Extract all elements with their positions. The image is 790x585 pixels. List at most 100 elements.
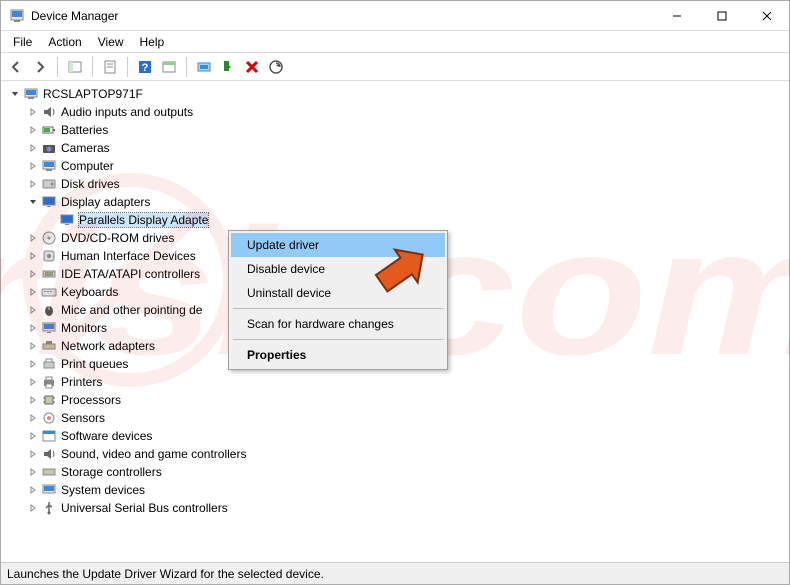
menubar: File Action View Help [1,31,789,53]
device-category-icon [41,266,57,282]
caret-right-icon[interactable] [27,340,39,352]
help-button[interactable]: ? [134,56,156,78]
caret-down-icon[interactable] [27,196,39,208]
tree-item-label: Keyboards [61,285,118,299]
tree-item[interactable]: Audio inputs and outputs [27,103,781,121]
tree-root[interactable]: RCSLAPTOP971F [9,85,781,103]
menu-action[interactable]: Action [40,33,89,51]
update-driver-button[interactable] [193,56,215,78]
tree-item-label: Universal Serial Bus controllers [61,501,228,515]
caret-right-icon[interactable] [27,142,39,154]
caret-right-icon[interactable] [27,466,39,478]
ctx-disable-device[interactable]: Disable device [231,257,445,281]
caret-right-icon[interactable] [27,232,39,244]
ctx-update-driver[interactable]: Update driver [231,233,445,257]
device-category-icon [41,248,57,264]
tree-item[interactable]: Batteries [27,121,781,139]
tree-item-label: Audio inputs and outputs [61,105,193,119]
tree-item[interactable]: Storage controllers [27,463,781,481]
caret-right-icon[interactable] [27,376,39,388]
device-category-icon [41,392,57,408]
caret-right-icon[interactable] [27,430,39,442]
device-category-icon [41,374,57,390]
tree-item[interactable]: Sound, video and game controllers [27,445,781,463]
device-category-icon [41,410,57,426]
tree-item-label: Human Interface Devices [61,249,196,263]
menu-file[interactable]: File [5,33,40,51]
properties-button[interactable] [99,56,121,78]
caret-down-icon[interactable] [9,88,21,100]
tree-item[interactable]: Printers [27,373,781,391]
device-category-icon [41,284,57,300]
device-category-icon [41,446,57,462]
tree-item-label: Printers [61,375,102,389]
device-category-icon [41,230,57,246]
titlebar: Device Manager [1,1,789,31]
device-category-icon [41,122,57,138]
tree-item-label: Cameras [61,141,110,155]
tree-item-label: Parallels Display Adapte [79,213,208,227]
tree-item-label: Disk drives [61,177,120,191]
tree-item-label: Display adapters [61,195,150,209]
back-button[interactable] [5,56,27,78]
app-icon [9,8,25,24]
caret-right-icon[interactable] [27,358,39,370]
device-category-icon [41,500,57,516]
computer-icon [23,86,39,102]
device-category-icon [41,356,57,372]
tree-item-label: Mice and other pointing de [61,303,202,317]
tree-item[interactable]: Display adapters [27,193,781,211]
tree-item[interactable]: Cameras [27,139,781,157]
caret-right-icon[interactable] [27,250,39,262]
display-adapter-icon [59,212,75,228]
show-hide-console-tree-button[interactable] [64,56,86,78]
context-menu: Update driver Disable device Uninstall d… [228,230,448,370]
tree-item[interactable]: System devices [27,481,781,499]
caret-right-icon[interactable] [27,484,39,496]
menu-help[interactable]: Help [132,33,173,51]
tree-item[interactable]: Computer [27,157,781,175]
tree-item[interactable]: Sensors [27,409,781,427]
action-center-button[interactable] [158,56,180,78]
enable-device-button[interactable] [217,56,239,78]
tree-item-label: Monitors [61,321,107,335]
minimize-button[interactable] [654,1,699,30]
tree-item-label: DVD/CD-ROM drives [61,231,174,245]
forward-button[interactable] [29,56,51,78]
tree-item-label: Network adapters [61,339,155,353]
menu-view[interactable]: View [90,33,132,51]
caret-right-icon[interactable] [27,124,39,136]
ctx-uninstall-device[interactable]: Uninstall device [231,281,445,305]
svg-text:?: ? [142,62,149,74]
status-text: Launches the Update Driver Wizard for th… [7,567,324,581]
close-button[interactable] [744,1,789,30]
caret-right-icon[interactable] [27,322,39,334]
ctx-scan-hardware[interactable]: Scan for hardware changes [231,312,445,336]
caret-right-icon[interactable] [27,304,39,316]
tree-item-label: Storage controllers [61,465,162,479]
maximize-button[interactable] [699,1,744,30]
caret-right-icon[interactable] [27,286,39,298]
toolbar: ? [1,53,789,81]
caret-right-icon[interactable] [27,394,39,406]
scan-hardware-button[interactable] [265,56,287,78]
device-category-icon [41,104,57,120]
caret-right-icon[interactable] [27,106,39,118]
device-category-icon [41,158,57,174]
uninstall-device-button[interactable] [241,56,263,78]
tree-item[interactable]: Software devices [27,427,781,445]
window-controls [654,1,789,30]
caret-right-icon[interactable] [27,160,39,172]
caret-right-icon[interactable] [27,448,39,460]
ctx-properties[interactable]: Properties [231,343,445,367]
device-category-icon [41,338,57,354]
tree-item-label: Processors [61,393,121,407]
tree-item[interactable]: Disk drives [27,175,781,193]
caret-right-icon[interactable] [27,268,39,280]
tree-item-selected[interactable]: Parallels Display Adapte [45,211,781,229]
caret-right-icon[interactable] [27,178,39,190]
caret-right-icon[interactable] [27,412,39,424]
caret-right-icon[interactable] [27,502,39,514]
tree-item[interactable]: Processors [27,391,781,409]
tree-item[interactable]: Universal Serial Bus controllers [27,499,781,517]
